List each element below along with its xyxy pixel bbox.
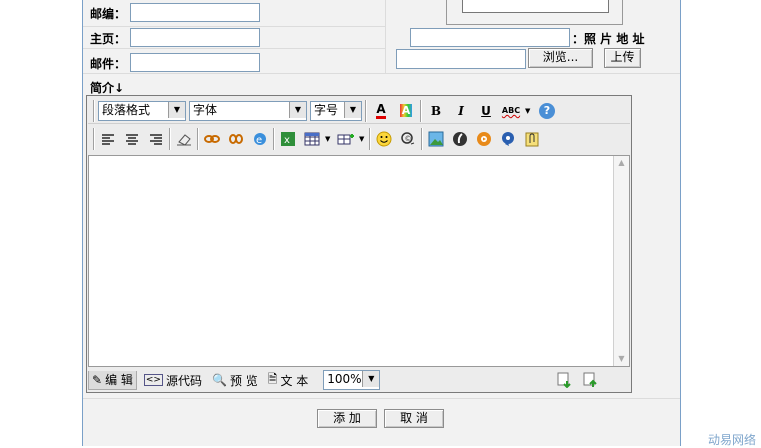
tab-preview[interactable]: 🔍 预 览 — [209, 371, 261, 389]
toolbar-separator — [197, 128, 199, 150]
upload-button[interactable]: 上传 — [604, 48, 641, 68]
editor-toolbar-2: e x ▼ ▼ © — [88, 126, 630, 152]
zoom-select[interactable]: 100% ▼ — [323, 370, 381, 390]
font-color-icon[interactable]: A — [370, 100, 392, 122]
flash-icon[interactable] — [449, 128, 471, 150]
link-icon[interactable] — [201, 128, 223, 150]
pencil-icon: ✎ — [92, 372, 103, 387]
zip-label: 邮编： — [90, 7, 127, 21]
cancel-button[interactable]: 取 消 — [384, 409, 444, 428]
document-icon: 🗎 — [267, 371, 278, 386]
paragraph-format-select[interactable]: 段落格式 ▼ — [98, 100, 186, 121]
special-char-icon[interactable]: © — [397, 128, 419, 150]
tab-source-label: 源代码 — [165, 373, 202, 388]
photo-preview — [446, 0, 623, 25]
email-label: 邮件： — [90, 57, 127, 71]
expand-editor-icon[interactable] — [553, 369, 575, 391]
editor-mode-bar: ✎ 编 辑 <> 源代码 🔍 预 览 🗎 文 本 100% ▼ — [87, 369, 631, 391]
row-divider — [83, 73, 680, 74]
align-center-icon[interactable] — [121, 128, 143, 150]
tab-source[interactable]: <> 源代码 — [141, 371, 205, 389]
tab-text-label: 文 本 — [280, 373, 309, 388]
realplayer-icon[interactable] — [497, 128, 519, 150]
chevron-down-icon: ▼ — [289, 101, 306, 118]
tab-edit[interactable]: ✎ 编 辑 — [88, 370, 137, 390]
table-icon[interactable] — [301, 128, 323, 150]
image-icon[interactable] — [425, 128, 447, 150]
chevron-down-icon: ▼ — [362, 371, 380, 387]
svg-text:e: e — [256, 135, 262, 146]
code-icon: <> — [143, 374, 163, 386]
scroll-up-icon[interactable]: ▲ — [614, 156, 629, 170]
scroll-down-icon[interactable]: ▼ — [614, 352, 629, 366]
bio-label: 简介↓ — [90, 81, 125, 95]
excel-icon[interactable]: x — [277, 128, 299, 150]
media-icon[interactable] — [473, 128, 495, 150]
tab-text[interactable]: 🗎 文 本 — [265, 371, 311, 389]
file-path-input[interactable] — [396, 49, 526, 69]
smiley-icon[interactable] — [373, 128, 395, 150]
unlink-icon[interactable] — [225, 128, 247, 150]
photo-url-label: ：照 片 地 址 — [572, 32, 645, 46]
insert-row-dropdown-icon[interactable]: ▼ — [359, 135, 367, 143]
svg-text:©: © — [405, 135, 412, 143]
tab-preview-label: 预 览 — [229, 373, 258, 388]
editor-content-area[interactable]: ▲ ▼ — [88, 155, 630, 367]
chevron-down-icon: ▼ — [344, 101, 361, 118]
toolbar-separator — [421, 128, 423, 150]
preview-icon: 🔍 — [212, 373, 227, 387]
tab-edit-label: 编 辑 — [105, 373, 133, 387]
column-divider — [385, 0, 386, 73]
toolbar-separator — [369, 128, 371, 150]
font-value: 字体 — [193, 102, 218, 117]
svg-text:x: x — [284, 135, 290, 146]
eraser-icon[interactable] — [173, 128, 195, 150]
toolbar-grip — [93, 128, 95, 150]
highlight-color-icon[interactable]: A — [395, 100, 417, 122]
add-button[interactable]: 添 加 — [317, 409, 377, 428]
homepage-input[interactable] — [130, 28, 260, 47]
zoom-value: 100% — [327, 372, 362, 386]
actions-divider — [83, 398, 680, 399]
toolbar-grip — [93, 99, 95, 122]
toolbar-separator — [365, 99, 367, 122]
paragraph-format-value: 段落格式 — [102, 102, 151, 117]
email-input[interactable] — [130, 53, 260, 72]
toolbar-separator — [420, 99, 422, 122]
underline-icon[interactable]: U — [475, 100, 497, 122]
zip-input[interactable] — [130, 3, 260, 22]
chevron-down-icon: ▼ — [168, 101, 185, 118]
font-select[interactable]: 字体 ▼ — [189, 100, 307, 121]
font-size-value: 字号 — [314, 102, 339, 117]
italic-icon[interactable]: I — [450, 100, 472, 122]
row-divider — [83, 26, 385, 27]
spellcheck-icon[interactable]: ABC — [500, 100, 522, 122]
watermark: 动易网络 — [708, 433, 757, 447]
align-left-icon[interactable] — [97, 128, 119, 150]
row-divider — [83, 48, 385, 49]
font-size-select[interactable]: 字号 ▼ — [310, 100, 362, 121]
editor-scrollbar[interactable]: ▲ ▼ — [613, 156, 629, 366]
attachment-icon[interactable] — [521, 128, 543, 150]
toolbar-separator — [273, 128, 275, 150]
bold-icon[interactable]: B — [425, 100, 447, 122]
web-link-icon[interactable]: e — [249, 128, 271, 150]
toolbar-separator — [169, 128, 171, 150]
spellcheck-dropdown-icon[interactable]: ▼ — [525, 107, 533, 115]
shrink-editor-icon[interactable] — [579, 369, 601, 391]
help-icon[interactable]: ? — [536, 100, 558, 122]
align-right-icon[interactable] — [145, 128, 167, 150]
editor-toolbar-1: 段落格式 ▼ 字体 ▼ 字号 ▼ A A B I U ABC ▼ ? — [88, 98, 630, 124]
table-dropdown-icon[interactable]: ▼ — [325, 135, 333, 143]
browse-button[interactable]: 浏览... — [528, 48, 593, 68]
photo-url-input[interactable] — [410, 28, 570, 47]
homepage-label: 主页： — [90, 32, 127, 46]
insert-row-icon[interactable] — [335, 128, 357, 150]
